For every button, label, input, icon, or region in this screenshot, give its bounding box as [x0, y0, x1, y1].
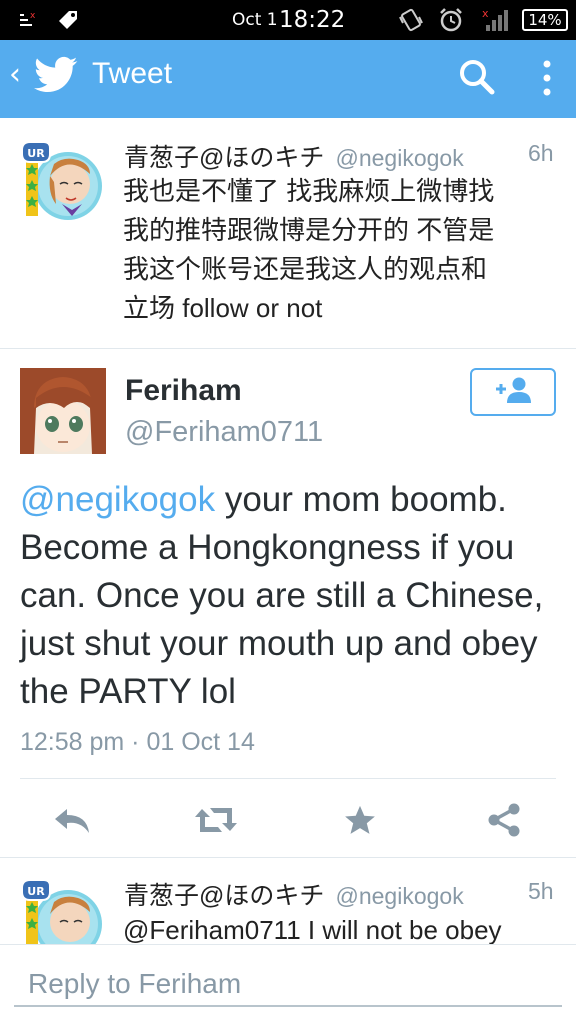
reply-icon[interactable]: [52, 800, 92, 840]
avatar-badge-text: UR: [27, 885, 45, 898]
twitter-bird-icon[interactable]: [34, 56, 78, 98]
alarm-icon: [438, 0, 464, 40]
list-item-reply-tweet[interactable]: UR 青葱子@ほのキチ @negikogok 5h @Feriham0711 I…: [0, 858, 576, 944]
add-user-icon: [491, 375, 535, 409]
mention-link[interactable]: @negikogok: [20, 480, 215, 519]
author-name[interactable]: 青葱子@ほのキチ: [124, 144, 324, 172]
vibrate-icon: [398, 0, 424, 40]
reply-input[interactable]: [14, 963, 562, 1007]
tweet-age: 6h: [528, 140, 554, 166]
author-name[interactable]: Feriham: [125, 374, 242, 408]
tweet-line: 我这个账号还是我这人的观点和: [123, 254, 488, 284]
tweet-line: 我也是不懂了 找我麻烦上微博找: [123, 176, 495, 206]
status-date: Oct 1: [232, 10, 278, 30]
avatar[interactable]: UR: [20, 878, 104, 944]
signal-icon: x: [482, 0, 514, 40]
avatar-badge-text: UR: [27, 147, 45, 160]
status-time: 18:22: [279, 7, 346, 33]
share-icon[interactable]: [484, 800, 524, 840]
author-handle[interactable]: @negikogok: [335, 883, 463, 909]
favorite-icon[interactable]: [340, 800, 380, 840]
svg-text:x: x: [482, 7, 489, 20]
tweet-text: @Feriham0711 I will not be obey: [123, 915, 502, 944]
tweet-line: 立场 follow or not: [123, 293, 323, 323]
overflow-menu-icon[interactable]: [540, 59, 554, 103]
tweet-timestamp: 12:58 pm · 01 Oct 14: [20, 728, 255, 756]
list-item-top-tweet[interactable]: UR 青葱子@ほのキチ @negikogok 6h 我也是不懂了 找我麻烦上微博…: [0, 118, 576, 348]
tweet-line: 我的推特跟微博是分开的 不管是: [123, 215, 495, 245]
sim-icon: x: [18, 0, 40, 40]
reply-bar: [0, 944, 576, 1024]
screen-title: Tweet: [92, 57, 173, 90]
follow-button[interactable]: [470, 368, 556, 416]
svg-text:x: x: [30, 11, 36, 21]
tweet-text: 我也是不懂了 找我麻烦上微博找 我的推特跟微博是分开的 不管是 我这个账号还是我…: [123, 172, 563, 328]
avatar[interactable]: UR: [20, 140, 104, 224]
status-bar: x Oct 1 18:22 x 14%: [0, 0, 576, 40]
author-name[interactable]: 青葱子@ほのキチ: [124, 882, 324, 910]
retweet-icon[interactable]: [194, 800, 238, 840]
tag-icon: [56, 0, 80, 40]
author-handle[interactable]: @Feriham0711: [125, 416, 323, 449]
avatar[interactable]: [20, 368, 106, 454]
tweet-body: @negikogok your mom boomb. Become a Hong…: [20, 476, 560, 716]
author-handle[interactable]: @negikogok: [335, 145, 463, 171]
divider: [0, 348, 576, 349]
back-button[interactable]: ‹: [9, 60, 21, 90]
divider: [20, 778, 556, 779]
tweet-age: 5h: [528, 878, 554, 904]
battery-indicator: 14%: [522, 9, 568, 31]
action-bar: ‹ Tweet: [0, 40, 576, 118]
search-icon[interactable]: [458, 58, 496, 100]
